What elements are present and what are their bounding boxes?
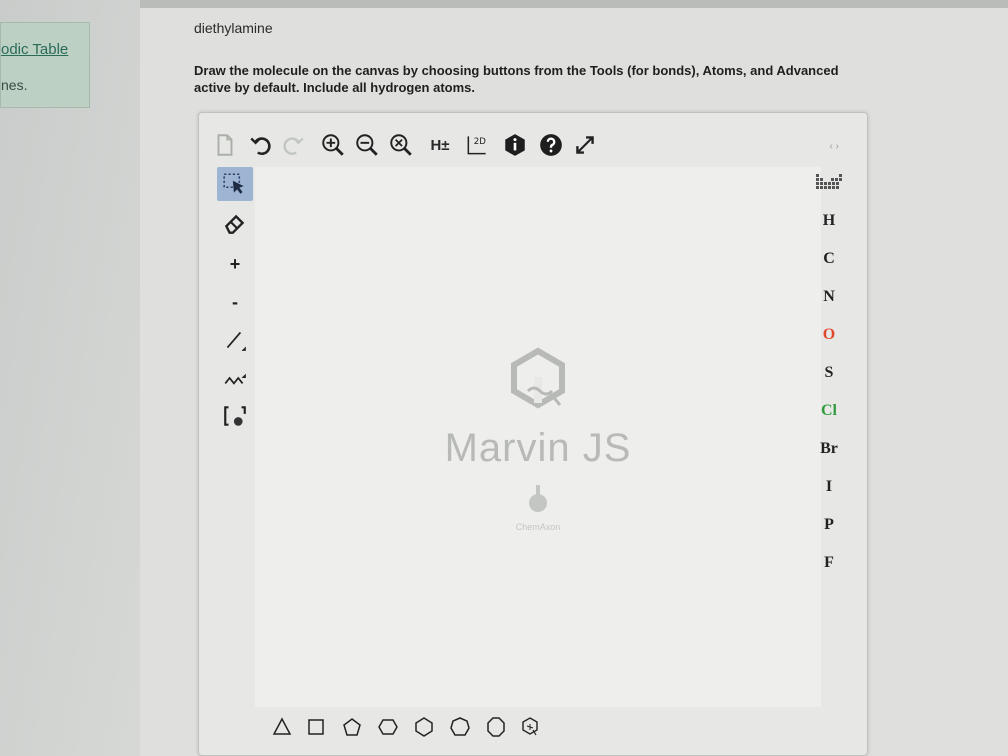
top-toolbar: H± 2D: [211, 131, 691, 161]
chemaxon-logo-icon: [529, 485, 547, 512]
zoom-fit-icon: [390, 134, 412, 156]
atom-s-button[interactable]: S: [809, 355, 849, 391]
eraser-icon: [224, 214, 245, 234]
octagon-icon: [487, 717, 505, 737]
zoom-out-button[interactable]: [353, 131, 381, 159]
atom-symbol: S: [824, 364, 834, 381]
periodic-table-icon: [816, 174, 842, 189]
bracket-icon: [224, 406, 246, 426]
new-document-button[interactable]: [211, 131, 239, 159]
panel-nav-arrows[interactable]: ‹ ›: [830, 141, 839, 152]
pentagon-shape-button[interactable]: [335, 713, 369, 741]
chain-button[interactable]: [217, 361, 253, 395]
atom-symbol: Cl: [821, 402, 837, 419]
atom-o-button[interactable]: O: [809, 317, 849, 353]
watermark-company: ChemAxon: [515, 522, 561, 532]
marvin-watermark: Marvin JS ChemAxon: [443, 347, 633, 532]
charge-plus-button[interactable]: +: [217, 247, 253, 281]
eraser-button[interactable]: [217, 207, 253, 241]
atom-symbol: C: [823, 250, 835, 267]
drawing-canvas[interactable]: Marvin JS ChemAxon: [255, 167, 821, 707]
chain-icon: [224, 373, 246, 385]
left-toolbar: + -: [217, 167, 257, 447]
atom-symbol: O: [822, 326, 836, 343]
atom-br-button[interactable]: Br: [809, 431, 849, 467]
atom-c-button[interactable]: C: [809, 241, 849, 277]
atom-h-button[interactable]: H: [809, 203, 849, 239]
charge-minus-label: -: [232, 291, 238, 312]
periodic-table-link[interactable]: odic Table: [1, 41, 68, 58]
info-icon: [505, 134, 525, 156]
hexagon-icon: [378, 719, 398, 735]
hexagon-alt-icon: [415, 717, 433, 737]
zoom-fit-button[interactable]: [387, 131, 415, 159]
charge-minus-button[interactable]: -: [217, 285, 253, 319]
square-shape-button[interactable]: [299, 713, 333, 741]
atom-symbol: P: [824, 516, 834, 533]
single-bond-button[interactable]: [217, 323, 253, 357]
select-tool-icon: [223, 173, 244, 194]
undo-icon: [250, 137, 271, 156]
atom-symbol: F: [824, 554, 834, 571]
zoom-out-icon: [356, 134, 378, 156]
marvin-editor: H± 2D ‹ › + - Marvin JS ChemAxon H C N O…: [198, 112, 868, 756]
instruction-line-2: active by default. Include all hydrogen …: [194, 80, 476, 95]
molecule-name: diethylamine: [194, 20, 273, 36]
square-icon: [308, 719, 324, 735]
atom-p-button[interactable]: P: [809, 507, 849, 543]
benzene-icon: [522, 717, 538, 736]
zoom-in-icon: [322, 134, 344, 156]
clean-2d-icon: 2D: [467, 136, 487, 155]
redo-icon: [283, 137, 304, 155]
atom-i-button[interactable]: I: [809, 469, 849, 505]
single-bond-icon: [226, 331, 246, 351]
triangle-icon: [272, 717, 292, 735]
svg-text:2D: 2D: [474, 137, 487, 147]
marvin-logo-icon: [511, 347, 565, 409]
benzene-shape-button[interactable]: [513, 713, 547, 741]
side-panel: odic Table nes.: [0, 22, 90, 108]
atom-symbol: Br: [820, 440, 838, 457]
atom-symbol: I: [825, 478, 833, 495]
heptagon-shape-button[interactable]: [443, 713, 477, 741]
atom-cl-button[interactable]: Cl: [809, 393, 849, 429]
top-strip: [140, 0, 1008, 8]
periodic-table-button[interactable]: [809, 165, 849, 201]
help-button[interactable]: [537, 131, 565, 159]
watermark-title: Marvin JS: [444, 426, 632, 470]
select-tool-button[interactable]: [217, 167, 253, 201]
hydrogens-toggle-button[interactable]: H±: [423, 131, 457, 159]
bracket-button[interactable]: [217, 399, 253, 433]
zoom-in-button[interactable]: [319, 131, 347, 159]
side-panel-text: nes.: [1, 77, 28, 93]
atom-symbol: N: [823, 288, 835, 305]
heptagon-icon: [450, 717, 470, 736]
info-button[interactable]: [501, 131, 529, 159]
help-icon: [540, 134, 562, 156]
hexagon-alt-shape-button[interactable]: [407, 713, 441, 741]
atom-n-button[interactable]: N: [809, 279, 849, 315]
atom-symbol: H: [822, 212, 836, 229]
atoms-toolbar: H C N O S Cl Br I P F: [809, 165, 849, 585]
atom-f-button[interactable]: F: [809, 545, 849, 581]
fullscreen-icon: [576, 136, 594, 154]
pentagon-icon: [343, 718, 361, 736]
hydrogens-toggle-label: H±: [430, 136, 450, 154]
charge-plus-label: +: [229, 253, 241, 274]
undo-button[interactable]: [247, 131, 275, 159]
new-document-icon: [217, 134, 233, 156]
triangle-shape-button[interactable]: [265, 713, 299, 741]
octagon-shape-button[interactable]: [479, 713, 513, 741]
fullscreen-button[interactable]: [571, 131, 599, 159]
instruction-line-1: Draw the molecule on the canvas by choos…: [194, 63, 839, 78]
shapes-toolbar: [265, 713, 565, 743]
redo-button[interactable]: [279, 131, 307, 159]
clean-2d-button[interactable]: 2D: [463, 131, 491, 159]
hexagon-shape-button[interactable]: [371, 713, 405, 741]
